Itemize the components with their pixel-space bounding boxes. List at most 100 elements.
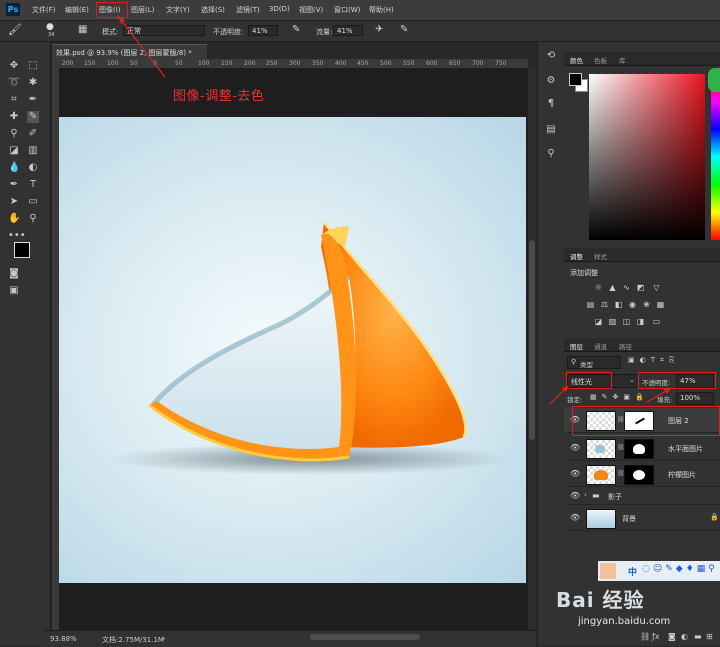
- brightness-icon[interactable]: ☼: [594, 283, 603, 292]
- move-tool-icon[interactable]: ✥: [8, 60, 20, 72]
- marquee-tool-icon[interactable]: ⬚: [27, 60, 39, 72]
- new-adjustment-icon[interactable]: ◐: [681, 632, 688, 641]
- eye-icon[interactable]: 👁: [570, 513, 580, 522]
- eye-icon[interactable]: 👁: [570, 443, 580, 452]
- layer-row-background[interactable]: 👁 背景 🔒: [564, 506, 720, 531]
- new-layer-icon[interactable]: ⊞: [706, 632, 713, 641]
- layer-filter-select[interactable]: ⚲ 类型: [567, 356, 621, 369]
- gradient-icon[interactable]: ▥: [27, 145, 39, 157]
- healing-brush-icon[interactable]: ✚: [8, 111, 20, 123]
- layer-row-water[interactable]: 👁 ⛓ 水平面图片: [564, 436, 720, 461]
- status-arrow-icon[interactable]: ›: [162, 634, 165, 643]
- brush-tool-icon[interactable]: ✎: [27, 111, 39, 123]
- tab-channels[interactable]: 通道: [594, 341, 607, 351]
- zoom-level[interactable]: 93.88%: [50, 635, 77, 643]
- layer-name[interactable]: 柠檬图片: [668, 470, 696, 480]
- pen-tool-icon[interactable]: ✒: [8, 179, 20, 191]
- brush-presets-icon[interactable]: ▤: [545, 124, 557, 136]
- exposure-icon[interactable]: ◩: [636, 283, 645, 292]
- tab-styles[interactable]: 样式: [594, 251, 607, 261]
- menu-help[interactable]: 帮助(H): [369, 5, 394, 15]
- tab-swatches[interactable]: 色板: [594, 55, 607, 65]
- vertical-scroll-thumb[interactable]: [529, 240, 535, 440]
- quick-mask-icon[interactable]: ◙: [8, 268, 20, 280]
- panel-foreground-swatch[interactable]: [569, 73, 582, 86]
- invert-icon[interactable]: ◪: [594, 317, 603, 326]
- pressure-size-icon[interactable]: ✎: [400, 24, 408, 35]
- menu-filter[interactable]: 滤镜(T): [236, 5, 260, 15]
- opacity-input[interactable]: 41%: [248, 25, 278, 36]
- zoom-tool-icon[interactable]: ⚲: [27, 213, 39, 225]
- document-canvas[interactable]: [59, 117, 526, 583]
- hand-tool-icon[interactable]: ✋: [8, 213, 20, 225]
- brush-panel-icon[interactable]: ▦: [78, 24, 87, 35]
- posterize-icon[interactable]: ▨: [608, 317, 617, 326]
- layer-row-lemon[interactable]: 👁 ⛓ 柠檬图片: [564, 462, 720, 487]
- color-picker-field[interactable]: [589, 74, 705, 240]
- clone-source-icon[interactable]: ⚲: [545, 148, 557, 160]
- menu-view[interactable]: 视图(V): [299, 5, 323, 15]
- eyedropper-icon[interactable]: ✒: [27, 94, 39, 106]
- ime-mode-label[interactable]: 中: [628, 565, 637, 578]
- fill-input[interactable]: 100%: [676, 392, 714, 405]
- pressure-opacity-icon[interactable]: ✎: [292, 24, 300, 35]
- history-brush-icon[interactable]: ✐: [27, 128, 39, 140]
- more-tools-icon[interactable]: •••: [8, 230, 26, 242]
- vibrance-icon[interactable]: ▽: [652, 283, 661, 292]
- hue-slider[interactable]: [711, 74, 720, 240]
- menu-edit[interactable]: 编辑(E): [65, 5, 89, 15]
- layer-row-shadow-group[interactable]: 👁 › ▬ 影子: [564, 488, 720, 505]
- eye-icon[interactable]: 👁: [570, 491, 580, 500]
- flow-input[interactable]: 41%: [333, 25, 363, 36]
- ime-toolbar-icons[interactable]: ◌☺✎◆♦▦⚲: [642, 564, 718, 574]
- tab-libraries[interactable]: 库: [619, 55, 626, 65]
- selective-color-icon[interactable]: ◨: [636, 317, 645, 326]
- shape-tool-icon[interactable]: ▭: [27, 196, 39, 208]
- layer-name[interactable]: 影子: [608, 492, 622, 502]
- add-mask-icon[interactable]: ◙: [668, 632, 676, 641]
- color-lookup-icon[interactable]: ▦: [656, 300, 665, 309]
- brush-preset-icon[interactable]: ●: [46, 22, 54, 32]
- tab-color[interactable]: 颜色: [570, 55, 583, 65]
- menu-3d[interactable]: 3D(D): [269, 5, 290, 13]
- layer-name[interactable]: 水平面图片: [668, 444, 703, 454]
- magic-wand-icon[interactable]: ✱: [27, 77, 39, 89]
- foreground-color-swatch[interactable]: [14, 242, 30, 258]
- eraser-icon[interactable]: ◪: [8, 145, 20, 157]
- photo-filter-icon[interactable]: ◉: [628, 300, 637, 309]
- menu-select[interactable]: 选择(S): [201, 5, 225, 15]
- menu-window[interactable]: 窗口(W): [334, 5, 360, 15]
- eye-icon[interactable]: 👁: [570, 469, 580, 478]
- screen-mode-icon[interactable]: ▣: [8, 285, 20, 297]
- layer-name[interactable]: 背景: [622, 514, 636, 524]
- tab-layers[interactable]: 图层: [570, 341, 583, 351]
- channel-mixer-icon[interactable]: ❀: [642, 300, 651, 309]
- black-white-icon[interactable]: ◧: [614, 300, 623, 309]
- threshold-icon[interactable]: ◫: [622, 317, 631, 326]
- gradient-map-icon[interactable]: ▭: [652, 317, 661, 326]
- color-balance-icon[interactable]: ⚖: [600, 300, 609, 309]
- horizontal-scroll-thumb[interactable]: [310, 634, 420, 640]
- airbrush-icon[interactable]: ✈: [375, 24, 383, 35]
- history-icon[interactable]: ⟲: [545, 50, 557, 62]
- link-layers-icon[interactable]: ⛓: [640, 632, 650, 641]
- blur-tool-icon[interactable]: 💧: [8, 162, 20, 174]
- paragraph-icon[interactable]: ¶: [545, 98, 557, 110]
- layer-filter-icons[interactable]: ▣◐T⌗⎘: [628, 356, 680, 365]
- properties-icon[interactable]: ⚙: [545, 75, 557, 87]
- menu-file[interactable]: 文件(F): [32, 5, 56, 15]
- lasso-tool-icon[interactable]: ➰: [8, 77, 20, 89]
- curves-icon[interactable]: ∿: [622, 283, 631, 292]
- fx-icon[interactable]: ƒx: [652, 632, 660, 641]
- new-group-icon[interactable]: ▬: [694, 632, 702, 641]
- tab-paths[interactable]: 路径: [619, 341, 632, 351]
- crop-tool-icon[interactable]: ⌗: [8, 94, 20, 106]
- hue-saturation-icon[interactable]: ▤: [586, 300, 595, 309]
- dodge-tool-icon[interactable]: ◐: [27, 162, 39, 174]
- clone-stamp-icon[interactable]: ⚲: [8, 128, 20, 140]
- brush-tool-icon[interactable]: 🖌: [8, 23, 22, 36]
- lock-icons[interactable]: ▦✎✥▣🔒: [590, 393, 649, 401]
- type-tool-icon[interactable]: T: [27, 179, 39, 191]
- tab-adjustments[interactable]: 调整: [570, 251, 583, 261]
- levels-icon[interactable]: ▲: [608, 283, 617, 292]
